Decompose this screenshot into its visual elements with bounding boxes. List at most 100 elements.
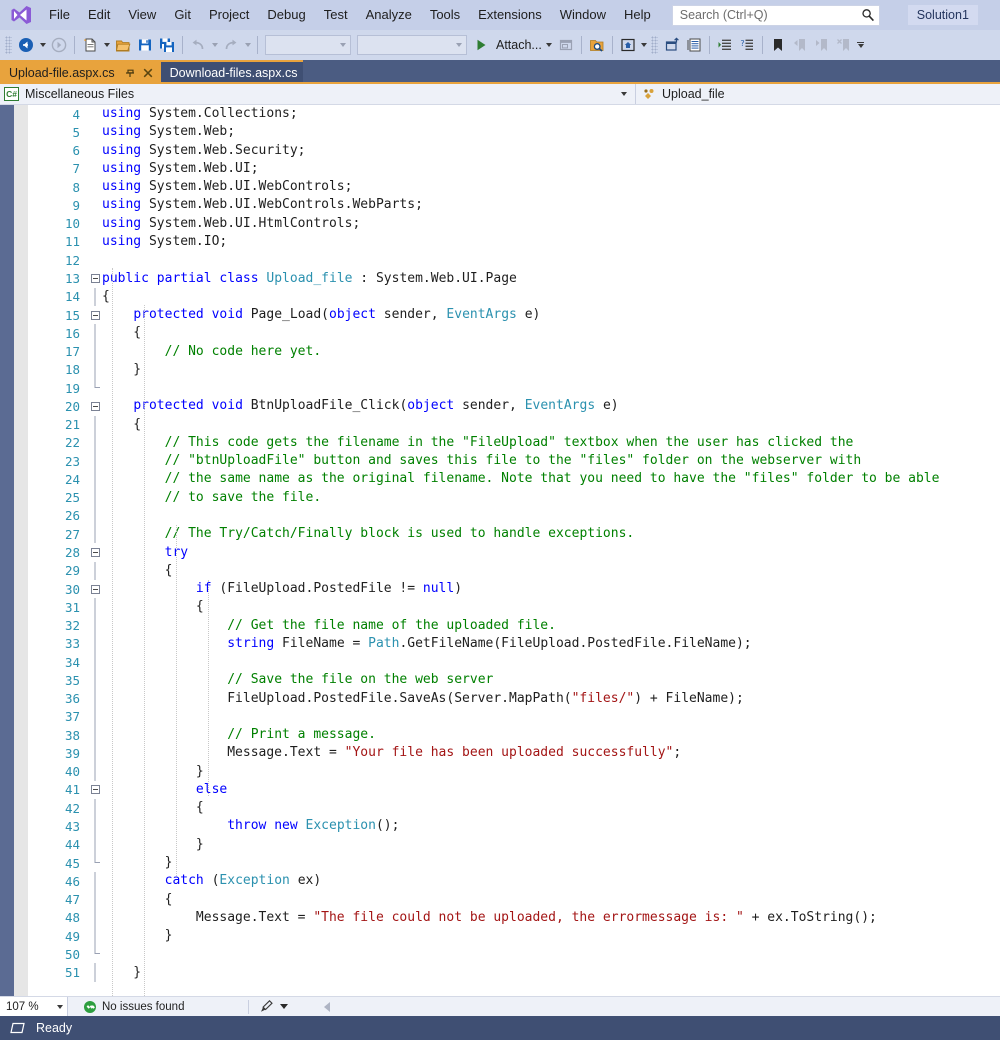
code-line[interactable]: 9 using System.Web.UI.WebControls.WebPart… — [28, 196, 1000, 214]
code-line[interactable]: 28 try — [28, 543, 1000, 561]
code-line[interactable]: 46 catch (Exception ex) — [28, 872, 1000, 891]
web-browser-dropdown-icon[interactable] — [639, 34, 650, 56]
toolbar-overflow-icon[interactable] — [855, 34, 867, 56]
code-line[interactable]: 39 Message.Text = "Your file has been up… — [28, 744, 1000, 763]
comment-icon[interactable]: ? — [736, 34, 758, 56]
code-line[interactable]: 35 // Save the file on the web server — [28, 671, 1000, 690]
menu-item-file[interactable]: File — [40, 3, 79, 27]
zoom-level-combo[interactable]: 107 % — [0, 997, 68, 1016]
code-line[interactable]: 48 Message.Text = "The file could not be… — [28, 908, 1000, 927]
code-text-area[interactable]: 4 using System.Collections; 5 using System.… — [28, 105, 1000, 996]
menu-item-debug[interactable]: Debug — [258, 3, 314, 27]
navigate-back-icon[interactable] — [15, 34, 37, 56]
code-line[interactable]: 45 } — [28, 853, 1000, 872]
indent-icon[interactable] — [714, 34, 736, 56]
menu-item-view[interactable]: View — [119, 3, 165, 27]
code-line[interactable]: 33 string FileName = Path.GetFileName(Fi… — [28, 634, 1000, 653]
code-line[interactable]: 17 // No code here yet. — [28, 342, 1000, 361]
start-debug-icon[interactable] — [470, 34, 492, 56]
code-line[interactable]: 49 } — [28, 926, 1000, 946]
new-item-dropdown-icon[interactable] — [101, 34, 112, 56]
code-line[interactable]: 32 // Get the file name of the uploaded … — [28, 616, 1000, 635]
code-line[interactable]: 15 protected void Page_Load(object sende… — [28, 306, 1000, 324]
configuration-combo[interactable] — [265, 35, 351, 55]
member-dropdown[interactable]: Upload_file — [636, 84, 1000, 104]
code-cleanup-dropdown-icon[interactable] — [280, 1004, 288, 1009]
code-line[interactable]: 27 // The Try/Catch/Finally block is use… — [28, 525, 1000, 544]
code-line[interactable]: 4 using System.Collections; — [28, 105, 1000, 123]
code-line[interactable]: 37 — [28, 707, 1000, 727]
code-line[interactable]: 50 — [28, 945, 1000, 963]
code-line[interactable]: 42 { — [28, 799, 1000, 818]
collapse-toggle-icon[interactable] — [88, 306, 102, 324]
undo-dropdown-icon[interactable] — [209, 34, 220, 56]
menu-item-help[interactable]: Help — [615, 3, 660, 27]
code-cleanup-icon[interactable] — [259, 999, 274, 1014]
code-line[interactable]: 41 else — [28, 781, 1000, 799]
find-in-files-icon[interactable] — [586, 34, 608, 56]
menu-item-window[interactable]: Window — [551, 3, 615, 27]
open-file-icon[interactable] — [112, 34, 134, 56]
code-line[interactable]: 38 // Print a message. — [28, 726, 1000, 745]
toolbar-grip[interactable] — [650, 36, 658, 54]
solution-explorer-icon[interactable] — [661, 34, 683, 56]
collapse-toggle-icon[interactable] — [88, 543, 102, 561]
collapse-toggle-icon[interactable] — [88, 580, 102, 598]
save-all-icon[interactable] — [156, 34, 178, 56]
pin-icon[interactable] — [123, 66, 137, 80]
menu-item-edit[interactable]: Edit — [79, 3, 119, 27]
code-line[interactable]: 23 // "btnUploadFile" button and saves t… — [28, 452, 1000, 471]
collapse-toggle-icon[interactable] — [88, 269, 102, 287]
redo-dropdown-icon[interactable] — [242, 34, 253, 56]
chevron-down-icon[interactable] — [621, 92, 627, 96]
navigate-back-dropdown-icon[interactable] — [37, 34, 48, 56]
tab-upload-file[interactable]: Upload-file.aspx.cs — [0, 60, 161, 84]
code-line[interactable]: 20 protected void BtnUploadFile_Click(ob… — [28, 397, 1000, 415]
tab-download-files[interactable]: Download-files.aspx.cs — [160, 60, 304, 84]
code-line[interactable]: 30 if (FileUpload.PostedFile != null) — [28, 580, 1000, 598]
code-line[interactable]: 11 using System.IO; — [28, 233, 1000, 251]
code-line[interactable]: 19 — [28, 378, 1000, 397]
code-line[interactable]: 43 throw new Exception(); — [28, 817, 1000, 836]
code-line[interactable]: 12 — [28, 251, 1000, 269]
code-line[interactable]: 21 { — [28, 415, 1000, 434]
code-line[interactable]: 44 } — [28, 835, 1000, 854]
code-line[interactable]: 5 using System.Web; — [28, 123, 1000, 141]
new-item-icon[interactable] — [79, 34, 101, 56]
code-line[interactable]: 36 FileUpload.PostedFile.SaveAs(Server.M… — [28, 689, 1000, 708]
code-line[interactable]: 31 { — [28, 598, 1000, 617]
project-dropdown[interactable]: C# Miscellaneous Files — [0, 84, 636, 104]
code-line[interactable]: 10 using System.Web.UI.HtmlControls; — [28, 215, 1000, 233]
properties-window-icon[interactable] — [683, 34, 705, 56]
code-line[interactable]: 47 { — [28, 890, 1000, 909]
code-line[interactable]: 6 using System.Web.Security; — [28, 142, 1000, 160]
issues-status[interactable]: No issues found — [68, 1000, 238, 1013]
collapse-toggle-icon[interactable] — [88, 781, 102, 799]
code-line[interactable]: 29 { — [28, 561, 1000, 580]
code-line[interactable]: 18 } — [28, 360, 1000, 379]
save-icon[interactable] — [134, 34, 156, 56]
code-line[interactable]: 22 // This code gets the filename in the… — [28, 433, 1000, 453]
chevron-down-icon[interactable] — [57, 1004, 63, 1009]
code-editor[interactable]: 4 using System.Collections; 5 using System.… — [0, 105, 1000, 996]
bookmark-icon[interactable] — [767, 34, 789, 56]
code-line[interactable]: 34 — [28, 652, 1000, 672]
code-line[interactable]: 24 // the same name as the original file… — [28, 470, 1000, 489]
close-icon[interactable] — [141, 66, 155, 80]
code-line[interactable]: 40 } — [28, 762, 1000, 781]
attach-button-label[interactable]: Attach... — [492, 38, 544, 52]
scroll-left-icon[interactable] — [324, 1001, 330, 1012]
web-browser-icon[interactable] — [617, 34, 639, 56]
code-line[interactable]: 13 public partial class Upload_file : Sys… — [28, 269, 1000, 287]
platform-combo[interactable] — [357, 35, 467, 55]
menu-item-git[interactable]: Git — [165, 3, 200, 27]
menu-item-test[interactable]: Test — [315, 3, 357, 27]
code-line[interactable]: 51 } — [28, 963, 1000, 982]
attach-dropdown-icon[interactable] — [544, 34, 555, 56]
code-line[interactable]: 26 — [28, 506, 1000, 526]
code-line[interactable]: 14 { — [28, 287, 1000, 306]
code-line[interactable]: 25 // to save the file. — [28, 488, 1000, 507]
collapse-toggle-icon[interactable] — [88, 397, 102, 415]
toolbar-grip[interactable] — [5, 36, 12, 54]
code-line[interactable]: 8 using System.Web.UI.WebControls; — [28, 178, 1000, 196]
